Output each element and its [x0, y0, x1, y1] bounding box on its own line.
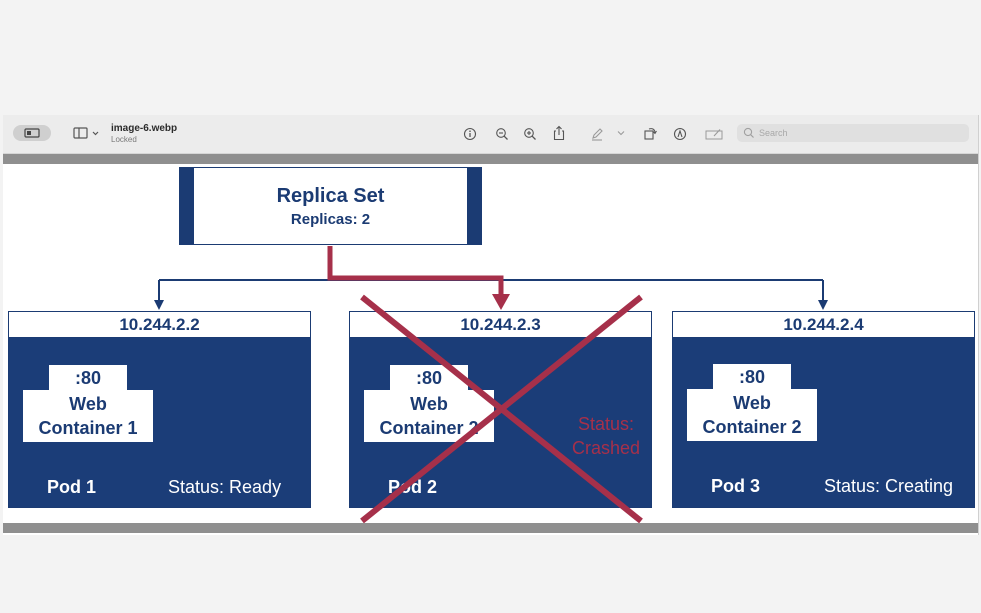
- chevron-down-icon: [617, 131, 625, 136]
- status-line-1: Status:: [577, 414, 635, 434]
- pod-status: Status: Crashed: [556, 412, 656, 460]
- rotate-icon: [644, 127, 657, 140]
- zoom-out-button[interactable]: [493, 125, 511, 143]
- zoom-in-button[interactable]: [521, 125, 539, 143]
- sidebar-layout-icon: [73, 127, 99, 139]
- top-divider: [3, 154, 978, 164]
- pod-name: Pod 1: [47, 477, 97, 497]
- document-title: image-6.webp Locked: [111, 123, 177, 145]
- markup-pen-button[interactable]: [588, 125, 606, 143]
- toolbar: image-6.webp Locked: [3, 115, 978, 154]
- info-icon: [463, 127, 477, 141]
- port-label: :80: [49, 365, 127, 391]
- file-name: image-6.webp: [111, 123, 178, 134]
- bottom-divider: [3, 523, 978, 533]
- info-button[interactable]: [461, 125, 479, 143]
- markup-icon: [673, 127, 687, 141]
- container-line-2: Container 2: [379, 418, 479, 438]
- sidebar-toggle-button[interactable]: [13, 125, 51, 141]
- annotate-button[interactable]: [671, 125, 689, 143]
- view-menu-button[interactable]: [71, 125, 101, 141]
- container-box: Web Container 2: [364, 390, 494, 442]
- document-canvas: Replica Set Replicas: 2 10.244.2.2 :80 W…: [3, 164, 978, 523]
- replica-set-replicas: Replicas: 2: [290, 211, 371, 228]
- replica-set-box: Replica Set Replicas: 2: [179, 167, 482, 245]
- share-button[interactable]: [550, 124, 568, 142]
- share-icon: [553, 125, 565, 141]
- status-line-2: Crashed: [571, 438, 641, 458]
- form-fill-button[interactable]: [703, 125, 725, 143]
- pod-3: 10.244.2.4 :80 Web Container 2 Pod 3 Sta…: [672, 311, 975, 508]
- pod-ip: 10.244.2.2: [9, 312, 310, 338]
- pod-1: 10.244.2.2 :80 Web Container 1 Pod 1 Sta…: [8, 311, 311, 508]
- port-label: :80: [713, 364, 791, 390]
- pod-ip: 10.244.2.4: [673, 312, 974, 338]
- container-box: Web Container 1: [23, 390, 153, 442]
- container-line-1: Web: [733, 393, 771, 413]
- pod-status: Status: Ready: [168, 477, 282, 497]
- search-input[interactable]: [759, 128, 959, 138]
- pod-name: Pod 2: [388, 477, 438, 497]
- replica-set-title: Replica Set: [276, 185, 385, 207]
- zoom-in-icon: [524, 128, 536, 140]
- container-line-2: Container 2: [702, 417, 802, 437]
- signature-icon: [705, 129, 723, 140]
- pen-icon: [592, 128, 603, 141]
- container-box: Web Container 2: [687, 389, 817, 441]
- file-status: Locked: [111, 135, 137, 144]
- search-field[interactable]: [737, 124, 969, 142]
- rotate-button[interactable]: [641, 124, 659, 142]
- search-icon: [743, 127, 754, 138]
- port-label: :80: [390, 365, 468, 391]
- pod-status: Status: Creating: [824, 476, 954, 496]
- container-line-2: Container 1: [38, 418, 138, 438]
- sidebar-icon: [24, 128, 40, 138]
- pod-name: Pod 3: [711, 476, 761, 496]
- pod-2: 10.244.2.3 :80 Web Container 2 Pod 2 Sta…: [349, 311, 652, 508]
- pod-ip: 10.244.2.3: [350, 312, 651, 338]
- zoom-out-icon: [496, 128, 508, 140]
- container-line-1: Web: [410, 394, 448, 414]
- preview-window: image-6.webp Locked Search Replica Set R…: [3, 115, 979, 535]
- markup-menu-button[interactable]: [615, 127, 627, 139]
- container-line-1: Web: [69, 394, 107, 414]
